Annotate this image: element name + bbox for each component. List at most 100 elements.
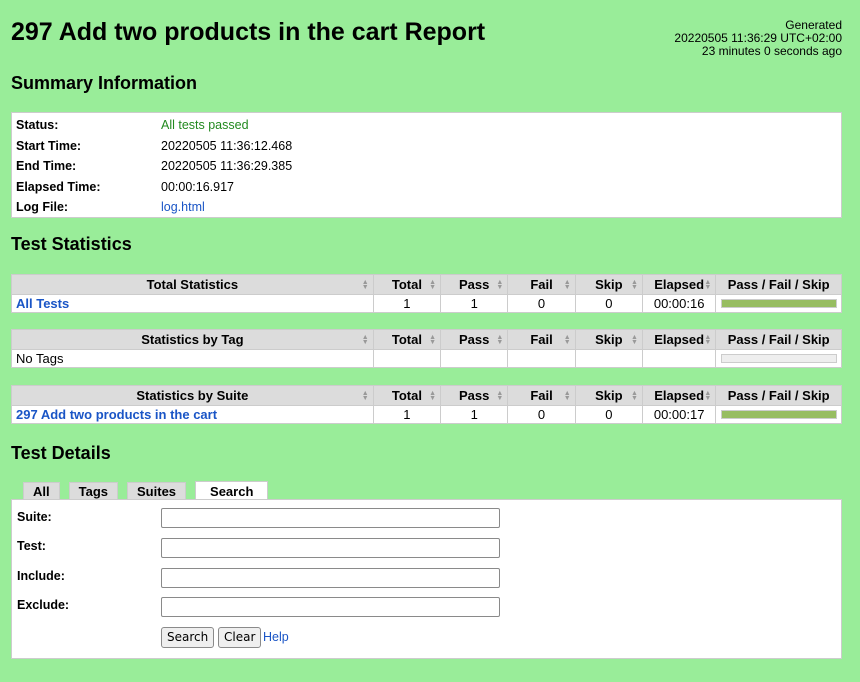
total-value: 1 [372,405,442,424]
sort-icon: ▲ ▼ [496,390,504,402]
search-panel: Suite: Test: Include: Exclude: Search Cl… [11,499,842,659]
sort-icon: ▲ ▼ [429,334,437,346]
table-row: No Tags [11,349,842,368]
pass-fail-skip-bar [720,410,837,419]
skip-value: 0 [574,294,643,313]
start-time-label: Start Time: [16,138,82,153]
total-statistics-table: Total Statistics ▲ ▼ Total ▲ ▼ Pass ▲ ▼ Fail ▲ ▼… [11,274,842,313]
tag-statistics-table: Statistics by Tag ▲ ▼ Total ▲ ▼ Pass ▲ ▼ Fail ▲… [11,329,842,368]
elapsed-value: 00:00:17 [641,405,717,424]
fail-value: 0 [507,294,576,313]
sort-icon: ▲ ▼ [429,390,437,402]
total-value: 1 [372,294,442,313]
log-file-label: Log File: [16,200,69,215]
col-pass-fail-skip: Pass / Fail / Skip [715,274,842,295]
summary-row-end: End Time: 20220505 11:36:29.385 [16,156,292,177]
sort-icon: ▲ ▼ [631,279,638,291]
sort-icon: ▲ ▼ [361,390,369,402]
col-skip[interactable]: Skip ▲ ▼ [574,385,643,406]
total-statistics-header[interactable]: Total Statistics ▲ ▼ [11,274,374,295]
col-elapsed[interactable]: Elapsed ▲ ▼ [641,385,717,406]
test-label: Test: [17,539,46,553]
col-total[interactable]: Total ▲ ▼ [372,329,442,350]
sort-icon: ▲ ▼ [704,279,712,291]
suite-label: Suite: [17,510,52,524]
clear-button[interactable]: Clear [218,627,262,648]
col-fail[interactable]: Fail ▲ ▼ [507,329,576,350]
col-pass[interactable]: Pass ▲ ▼ [440,329,509,350]
table-row: All Tests 1 1 0 0 00:00:16 [11,294,842,313]
sort-icon: ▲ ▼ [631,334,638,346]
elapsed-value: 00:00:16 [641,294,717,313]
generated-ago: 23 minutes 0 seconds ago [701,44,842,58]
summary-row-start: Start Time: 20220505 11:36:12.468 [16,136,292,157]
total-value [372,349,442,368]
sort-icon: ▲ ▼ [704,334,712,346]
status-value: All tests passed [161,118,249,133]
pass-bar-fill [721,300,836,307]
include-label: Include: [17,569,65,583]
summary-row-log: Log File: log.html [16,197,292,218]
summary-row-elapsed: Elapsed Time: 00:00:16.917 [16,177,292,198]
col-fail[interactable]: Fail ▲ ▼ [507,385,576,406]
pass-value: 1 [440,405,509,424]
test-input[interactable] [161,538,500,558]
sort-icon: ▲ ▼ [563,390,571,402]
suite-statistics-table: Statistics by Suite ▲ ▼ Total ▲ ▼ Pass ▲ ▼ Fai… [11,385,842,424]
details-tabs: All Tags Suites Search [23,481,269,501]
col-pass[interactable]: Pass ▲ ▼ [440,274,509,295]
details-heading: Test Details [11,443,111,463]
col-pass[interactable]: Pass ▲ ▼ [440,385,509,406]
sort-icon: ▲ ▼ [496,334,504,346]
tab-suites[interactable]: Suites [127,482,187,500]
col-total[interactable]: Total ▲ ▼ [372,274,442,295]
col-pass-fail-skip: Pass / Fail / Skip [715,329,842,350]
suite-link[interactable]: 297 Add two products in the cart [16,407,217,422]
col-skip[interactable]: Skip ▲ ▼ [574,274,643,295]
log-file-link[interactable]: log.html [161,200,205,214]
sort-icon: ▲ ▼ [361,279,369,291]
pass-value [440,349,509,368]
summary-row-status: Status: All tests passed [16,115,292,136]
pass-bar-fill [721,411,836,418]
suite-input[interactable] [161,508,500,528]
col-total[interactable]: Total ▲ ▼ [372,385,442,406]
col-skip[interactable]: Skip ▲ ▼ [574,329,643,350]
report-title: 297 Add two products in the cart Report [11,18,486,46]
suite-statistics-header[interactable]: Statistics by Suite ▲ ▼ [11,385,374,406]
sort-icon: ▲ ▼ [429,279,437,291]
col-fail[interactable]: Fail ▲ ▼ [507,274,576,295]
tab-search[interactable]: Search [195,481,269,501]
elapsed-time-value: 00:00:16.917 [161,179,234,194]
col-elapsed[interactable]: Elapsed ▲ ▼ [641,329,717,350]
search-button[interactable]: Search [161,627,215,648]
sort-icon: ▲ ▼ [563,334,571,346]
skip-value [574,349,643,368]
summary-heading: Summary Information [11,73,198,93]
col-pass-fail-skip: Pass / Fail / Skip [715,385,842,406]
exclude-label: Exclude: [17,598,70,612]
tag-statistics-header[interactable]: Statistics by Tag ▲ ▼ [11,329,374,350]
pass-fail-skip-bar [720,354,837,363]
skip-value: 0 [574,405,643,424]
sort-icon: ▲ ▼ [631,390,638,402]
end-time-value: 20220505 11:36:29.385 [161,159,293,174]
tab-tags[interactable]: Tags [68,482,119,500]
generated-info: Generated 20220505 11:36:29 UTC+02:00 23… [674,19,842,58]
fail-value: 0 [507,405,576,424]
col-elapsed[interactable]: Elapsed ▲ ▼ [641,274,717,295]
fail-value [507,349,576,368]
sort-icon: ▲ ▼ [496,279,504,291]
table-row: 297 Add two products in the cart 1 1 0 0… [11,405,842,424]
help-link[interactable]: Help [263,630,289,644]
pass-fail-skip-bar [720,299,837,308]
include-input[interactable] [161,568,500,588]
pass-value: 1 [440,294,509,313]
end-time-label: End Time: [16,159,77,174]
statistics-heading: Test Statistics [11,234,132,254]
tab-all[interactable]: All [23,482,60,500]
status-label: Status: [16,118,59,133]
start-time-value: 20220505 11:36:12.468 [161,138,293,153]
all-tests-link[interactable]: All Tests [16,296,69,311]
exclude-input[interactable] [161,597,500,617]
